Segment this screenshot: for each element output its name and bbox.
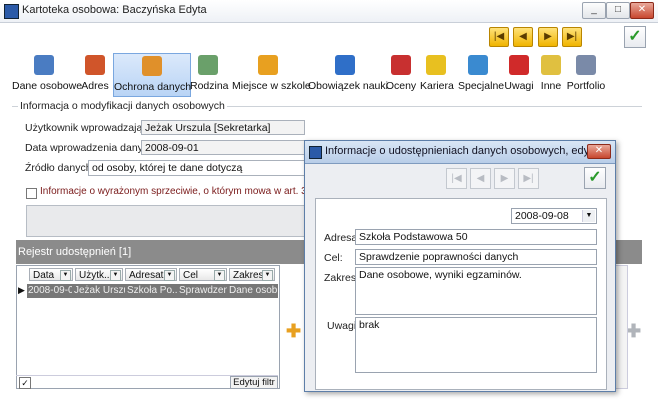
minimize-button[interactable]: _	[582, 2, 606, 19]
portfolio-icon	[576, 55, 596, 75]
zakres-textarea[interactable]: Dane osobowe, wyniki egzaminów.	[355, 267, 597, 315]
filter-checkbox[interactable]: ✓	[19, 377, 31, 389]
toolbar-label: Dane osobowe	[12, 80, 83, 92]
dialog-close-button[interactable]: ✕	[587, 144, 611, 159]
source-select[interactable]: od osoby, której te dane dotyczą	[88, 160, 305, 176]
house-icon	[85, 55, 105, 75]
last-record-icon[interactable]: ▶|	[562, 27, 582, 47]
title-bar: Kartoteka osobowa: Baczyńska Edyta _ □ ✕	[0, 0, 658, 23]
table-row[interactable]: 2008-09-08 Jeżak Urszula Szkoła Po... Sp…	[27, 284, 278, 298]
toolbar-item[interactable]: Oceny	[385, 53, 417, 95]
cell-date: 2008-09-08	[28, 285, 72, 296]
warning-icon	[509, 55, 529, 75]
info-bulb-icon	[426, 55, 446, 75]
dialog-first-icon[interactable]: |◀	[446, 168, 467, 189]
dialog-title: Informacje o udostępnieniach danych osob…	[325, 145, 604, 157]
toolbar-item[interactable]: Ochrona danych	[113, 53, 191, 97]
toolbar-item[interactable]: Uwagi	[504, 53, 534, 95]
toolbar-label: Oceny	[385, 80, 417, 92]
app-icon	[4, 4, 19, 19]
add-icon[interactable]: ✚	[286, 322, 301, 340]
pencil-icon	[541, 55, 561, 75]
column-header[interactable]: Cel ▼	[179, 268, 227, 281]
date-field: 2008-09-01	[141, 140, 305, 155]
consent-label: Informacje o wyrażonym sprzeciwie, o któ…	[40, 186, 306, 197]
toolbar-label: Uwagi	[504, 80, 534, 92]
user-field: Jeżak Urszula [Sekretarka]	[141, 120, 305, 135]
personal-data-icon	[34, 55, 54, 75]
toolbar-label: Portfolio	[566, 80, 606, 92]
date-picker[interactable]: 2008-09-08 ▼	[511, 208, 597, 224]
chevron-down-icon[interactable]: ▼	[582, 210, 595, 222]
date-label: Data wprowadzenia danych:	[25, 142, 157, 154]
toolbar-label: Ochrona danych	[114, 81, 192, 93]
grades-icon	[391, 55, 411, 75]
toolbar-item[interactable]: Kariera	[420, 53, 454, 95]
add-disabled-icon: ✚	[626, 321, 642, 341]
toolbar-item[interactable]: Dane osobowe	[12, 53, 83, 95]
toolbar-item[interactable]: Miejsce w szkole	[232, 53, 311, 95]
toolbar-label: Kariera	[420, 80, 454, 92]
dialog-prev-icon[interactable]: ◀	[470, 168, 491, 189]
cell-scope: Dane osob...	[229, 285, 277, 296]
consent-details	[26, 205, 310, 237]
consent-checkbox[interactable]	[26, 188, 37, 199]
toolbar-item[interactable]: Rodzina	[190, 53, 229, 95]
source-label: Źródło danych:	[25, 162, 95, 174]
dialog-confirm-icon[interactable]: ✓	[584, 167, 606, 189]
column-header[interactable]: Data ▼	[29, 268, 73, 281]
dialog-next-icon[interactable]: ▶	[494, 168, 515, 189]
down-arrow-icon	[258, 55, 278, 75]
column-header[interactable]: Użytk... ▼	[75, 268, 123, 281]
next-record-icon[interactable]: ▶	[538, 27, 558, 47]
toolbar-label: Inne	[540, 80, 562, 92]
cel-label: Cel:	[324, 252, 343, 264]
right-grid-scrollbar[interactable]	[614, 265, 628, 389]
dialog-app-icon	[309, 146, 322, 159]
previous-record-icon[interactable]: ◀	[513, 27, 533, 47]
cell-addressee: Szkoła Po...	[127, 285, 177, 296]
column-header[interactable]: Zakres ▼	[229, 268, 275, 281]
row-indicator-icon: ▶	[18, 285, 25, 295]
toolbar-label: Specjalne	[458, 80, 505, 92]
cell-purpose: Sprawdzen...	[179, 285, 227, 296]
user-label: Użytkownik wprowadzający:	[25, 122, 156, 134]
dialog-last-icon[interactable]: ▶|	[518, 168, 539, 189]
toolbar-item[interactable]: Adres	[80, 53, 110, 95]
edit-filter-button[interactable]: Edytuj filtr	[230, 376, 278, 389]
family-photo-icon	[198, 55, 218, 75]
first-record-icon[interactable]: |◀	[489, 27, 509, 47]
adresat-input[interactable]: Szkoła Podstawowa 50	[355, 229, 597, 245]
dialog-title-bar: Informacje o udostępnieniach danych osob…	[305, 141, 615, 164]
window-title: Kartoteka osobowa: Baczyńska Edyta	[22, 4, 207, 16]
column-header[interactable]: Adresat ▼	[125, 268, 177, 281]
toolbar-label: Miejsce w szkole	[232, 80, 311, 92]
uwagi-textarea[interactable]: brak	[355, 317, 597, 373]
group-title: Informacja o modyfikacji danych osobowyc…	[18, 100, 227, 112]
toolbar-label: Rodzina	[190, 80, 229, 92]
toolbar-item[interactable]: Inne	[537, 53, 565, 95]
toolbar-item[interactable]: Obowiązek nauki	[308, 53, 388, 95]
cel-input[interactable]: Sprawdzenie poprawności danych	[355, 249, 597, 265]
toolbar-label: Adres	[81, 80, 109, 92]
toolbar-item[interactable]: Specjalne	[458, 53, 505, 95]
toolbar-item[interactable]: Portfolio	[566, 53, 606, 95]
special-icon	[468, 55, 488, 75]
toolbar-label: Obowiązek nauki	[308, 80, 388, 92]
shield-icon	[142, 56, 162, 76]
confirm-check-icon[interactable]: ✓	[624, 26, 646, 48]
badge-5-icon	[335, 55, 355, 75]
register-header: Rejestr udostępnień [1]	[16, 240, 302, 264]
edit-dialog: Informacje o udostępnieniach danych osob…	[304, 140, 616, 392]
cell-user: Jeżak Urszula	[74, 285, 125, 296]
maximize-button[interactable]: □	[606, 2, 630, 19]
close-button[interactable]: ✕	[630, 2, 654, 19]
zakres-label: Zakres:	[324, 272, 360, 284]
